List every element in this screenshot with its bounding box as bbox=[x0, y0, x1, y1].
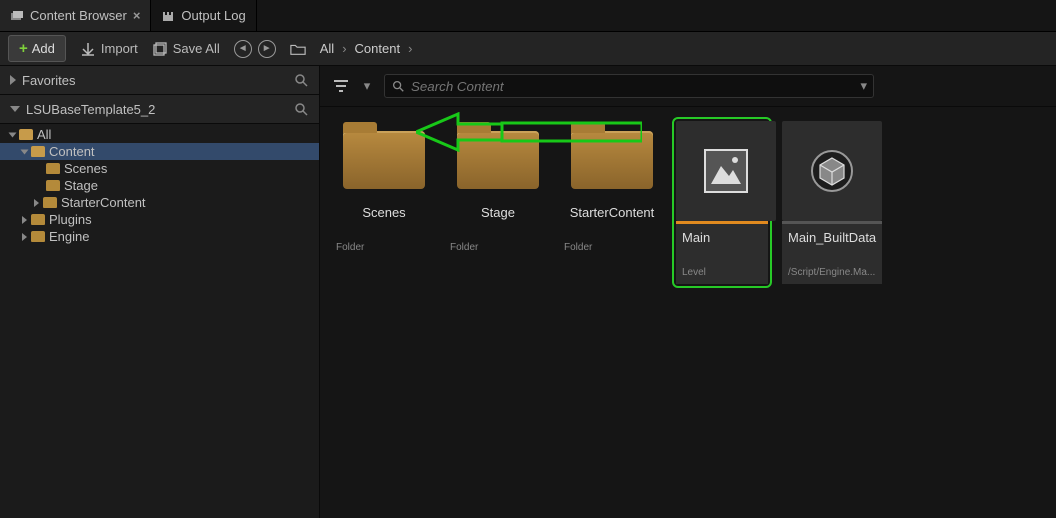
tree-label: Content bbox=[49, 144, 95, 159]
search-icon[interactable] bbox=[293, 72, 309, 88]
asset-grid: Scenes Folder Stage Folder StarterConten… bbox=[320, 107, 1056, 298]
folder-stack-icon bbox=[10, 9, 24, 23]
cube-icon bbox=[809, 148, 855, 194]
asset-type: Level bbox=[682, 261, 762, 278]
folder-thumb bbox=[448, 121, 548, 199]
chevron-down-icon[interactable]: ▾ bbox=[358, 77, 376, 95]
asset-name: Main_BuiltData bbox=[788, 230, 876, 245]
breadcrumb-content[interactable]: Content bbox=[355, 41, 401, 56]
tab-content-browser[interactable]: Content Browser × bbox=[0, 0, 151, 31]
tree-label: Stage bbox=[64, 178, 98, 193]
add-label: Add bbox=[32, 41, 55, 56]
add-button[interactable]: + Add bbox=[8, 35, 66, 62]
close-icon[interactable]: × bbox=[133, 8, 141, 23]
data-thumb bbox=[782, 121, 882, 221]
chevron-right-icon bbox=[34, 199, 39, 207]
tree-row-content[interactable]: Content bbox=[0, 143, 319, 160]
folder-thumb bbox=[334, 121, 434, 199]
asset-type: /Script/Engine.Ma... bbox=[788, 261, 876, 278]
plus-icon: + bbox=[19, 40, 28, 57]
mountain-icon bbox=[703, 148, 749, 194]
tab-label: Output Log bbox=[181, 8, 245, 23]
asset-folder-scenes[interactable]: Scenes Folder bbox=[334, 121, 434, 284]
save-icon bbox=[152, 41, 168, 57]
folder-icon bbox=[43, 197, 57, 208]
asset-name: Stage bbox=[450, 205, 546, 220]
content-toolbar: ▾ ▾ bbox=[320, 66, 1056, 107]
favorites-label: Favorites bbox=[22, 73, 75, 88]
tree-row-startercontent[interactable]: StarterContent bbox=[0, 194, 319, 211]
asset-main-builtdata[interactable]: Main_BuiltData /Script/Engine.Ma... bbox=[782, 121, 882, 284]
search-input[interactable] bbox=[411, 79, 854, 94]
asset-type: Folder bbox=[336, 236, 432, 253]
folder-thumb bbox=[562, 121, 662, 199]
import-icon bbox=[80, 41, 96, 57]
folder-icon bbox=[46, 180, 60, 191]
tab-output-log[interactable]: Output Log bbox=[151, 0, 256, 31]
asset-folder-stage[interactable]: Stage Folder bbox=[448, 121, 548, 284]
content-area: ▾ ▾ Scenes Folder bbox=[320, 66, 1056, 518]
tree-label: All bbox=[37, 127, 51, 142]
tree-row-stage[interactable]: Stage bbox=[0, 177, 319, 194]
chevron-right-icon bbox=[10, 75, 16, 85]
tree-label: Scenes bbox=[64, 161, 107, 176]
main-split: Favorites LSUBaseTemplate5_2 All bbox=[0, 66, 1056, 518]
import-button[interactable]: Import bbox=[80, 41, 138, 57]
asset-name: StarterContent bbox=[564, 205, 660, 220]
chevron-down-icon bbox=[21, 149, 29, 154]
folder-icon bbox=[31, 231, 45, 242]
asset-type: Folder bbox=[450, 236, 546, 253]
tree-label: StarterContent bbox=[61, 195, 146, 210]
import-label: Import bbox=[101, 41, 138, 56]
level-thumb bbox=[676, 121, 776, 221]
asset-name: Main bbox=[682, 230, 762, 245]
folder-icon[interactable] bbox=[290, 41, 306, 57]
tree-label: Engine bbox=[49, 229, 89, 244]
castle-icon bbox=[161, 9, 175, 23]
save-all-button[interactable]: Save All bbox=[152, 41, 220, 57]
folder-icon bbox=[31, 146, 45, 157]
tree-row-engine[interactable]: Engine bbox=[0, 228, 319, 245]
search-icon bbox=[391, 79, 405, 93]
filter-icon[interactable] bbox=[332, 77, 350, 95]
chevron-right-icon bbox=[22, 216, 27, 224]
breadcrumb-root[interactable]: All bbox=[320, 41, 334, 56]
source-tree: All Content Scenes Stage bbox=[0, 124, 319, 518]
asset-name: Scenes bbox=[336, 205, 432, 220]
history-back-button[interactable]: ◄ bbox=[234, 40, 252, 58]
sidebar: Favorites LSUBaseTemplate5_2 All bbox=[0, 66, 320, 518]
chevron-right-icon bbox=[22, 233, 27, 241]
folder-icon bbox=[46, 163, 60, 174]
search-content-box[interactable]: ▾ bbox=[384, 74, 874, 98]
search-icon[interactable] bbox=[293, 101, 309, 117]
asset-level-main[interactable]: Main Level bbox=[672, 117, 772, 288]
history-forward-button[interactable]: ► bbox=[258, 40, 276, 58]
toolbar: + Add Import Save All ◄ ► All › Content … bbox=[0, 32, 1056, 66]
tab-label: Content Browser bbox=[30, 8, 127, 23]
chevron-right-icon: › bbox=[408, 41, 412, 56]
folder-icon bbox=[19, 129, 33, 140]
project-header[interactable]: LSUBaseTemplate5_2 bbox=[0, 95, 319, 124]
chevron-down-icon bbox=[10, 106, 20, 112]
folder-icon bbox=[31, 214, 45, 225]
project-label: LSUBaseTemplate5_2 bbox=[26, 102, 155, 117]
chevron-right-icon: › bbox=[342, 41, 346, 56]
favorites-header[interactable]: Favorites bbox=[0, 66, 319, 95]
tree-row-all[interactable]: All bbox=[0, 126, 319, 143]
tree-label: Plugins bbox=[49, 212, 92, 227]
chevron-down-icon bbox=[9, 132, 17, 137]
tree-row-scenes[interactable]: Scenes bbox=[0, 160, 319, 177]
asset-type: Folder bbox=[564, 236, 660, 253]
chevron-down-icon[interactable]: ▾ bbox=[860, 78, 867, 94]
tab-bar: Content Browser × Output Log bbox=[0, 0, 1056, 32]
asset-folder-startercontent[interactable]: StarterContent Folder bbox=[562, 121, 662, 284]
save-all-label: Save All bbox=[173, 41, 220, 56]
tree-row-plugins[interactable]: Plugins bbox=[0, 211, 319, 228]
breadcrumb: All › Content › bbox=[320, 41, 413, 56]
